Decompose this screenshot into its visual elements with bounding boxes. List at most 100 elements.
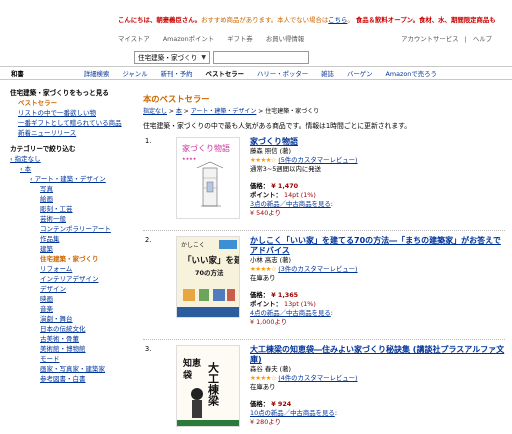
category-tree-item[interactable]: 美術館・博物館 — [40, 345, 86, 353]
catbar-home[interactable]: 和書 — [11, 69, 24, 78]
category-tree-row: インテリアデザイン — [10, 274, 138, 284]
rank-number: 3. — [145, 345, 152, 353]
category-tree-row: 映画 — [10, 294, 138, 304]
catbar-genre[interactable]: ジャンル — [122, 69, 147, 78]
category-tree-row: ‹ 指定なし — [10, 154, 138, 164]
category-tree-item[interactable]: ‹ 本 — [20, 165, 31, 173]
category-tree-item[interactable]: 画家・写真家・建築家 — [40, 365, 105, 373]
breadcrumb-item[interactable]: 本 — [176, 108, 182, 115]
promo-text[interactable]: 食品＆飲料オープン。食材、水、期間限定商品も — [356, 16, 496, 24]
search-category-select[interactable]: 住宅建築・家づくり ▼ — [134, 50, 210, 64]
nav-gift-cards[interactable]: ギフト券 — [227, 35, 253, 43]
account-links: アカウントサービス | ヘルプ — [397, 34, 492, 43]
category-tree-item[interactable]: 参考図書・白書 — [40, 375, 86, 383]
catbar-sell-on-amazon[interactable]: Amazonで売ろう — [386, 69, 437, 78]
catbar-bargain[interactable]: バーゲン — [347, 69, 373, 78]
account-service-link[interactable]: アカウントサービス — [401, 35, 459, 43]
category-tree-item: 住宅建築・家づくり — [40, 255, 99, 263]
cover-3-vertical-title: 大工棟梁 — [207, 361, 221, 407]
sidebar-item-most-gifted[interactable]: 一番ギフトとして贈られている商品 — [18, 119, 122, 127]
used-new-link[interactable]: 4点の新品／中古商品を見る — [250, 309, 331, 317]
category-tree-item[interactable]: デザイン — [40, 285, 66, 293]
catbar-advanced-search[interactable]: 詳細検索 — [84, 69, 110, 78]
greeting-tail: 。 — [347, 16, 354, 24]
category-tree-item[interactable]: インテリアデザイン — [40, 275, 99, 283]
sidebar: 住宅建築・家づくりをもっと見る ベストセラー リストの中で一番欲しい物 一番ギフ… — [10, 88, 138, 384]
category-tree-row: 建築 — [10, 244, 138, 254]
category-tree-item[interactable]: 映画 — [40, 295, 53, 303]
sidebar-item-bestsellers: ベストセラー — [18, 99, 58, 107]
category-tree-item[interactable]: 音楽 — [40, 305, 53, 313]
nav-deals[interactable]: お買い得情報 — [266, 35, 304, 43]
catbar-new-releases[interactable]: 新刊・予約 — [161, 69, 193, 78]
cover-3-art: 大工棟梁 知恵 袋 — [177, 346, 239, 426]
price-value: ¥ 1,365 — [271, 291, 299, 299]
breadcrumb-item[interactable]: アート・建築・デザイン — [191, 108, 257, 115]
category-tree-item[interactable]: 建築 — [40, 245, 53, 253]
main-content: 本のベストセラー 指定なし > 本 > アート・建築・デザイン > 住宅建築・家… — [143, 93, 505, 427]
category-tree-row: 画家・写真家・建築家 — [10, 364, 138, 374]
help-link[interactable]: ヘルプ — [473, 35, 492, 43]
catbar-bestsellers[interactable]: ベストセラー — [206, 69, 244, 78]
item-info: かしこく「いい家」を建てる70の方法―「まちの建築家」がお答えでアドバイス 小林… — [250, 236, 505, 327]
star-rating-icon: ★★★★☆ — [250, 265, 277, 273]
category-tree-row: 日本の伝統文化 — [10, 324, 138, 334]
category-tree-row: 参考図書・白書 — [10, 374, 138, 384]
sidebar-item-most-wished[interactable]: リストの中で一番欲しい物 — [18, 109, 96, 117]
category-tree-item[interactable]: 絵画 — [40, 195, 53, 203]
search-row: 住宅建築・家づくり ▼ — [134, 49, 309, 65]
price-label: 価格： — [250, 291, 270, 299]
category-tree-row: コンテンポラリーアート — [10, 224, 138, 234]
category-tree-item[interactable]: リフォーム — [40, 265, 72, 273]
stock-status: 在庫あり — [250, 274, 276, 282]
category-tree-item[interactable]: 日本の伝統文化 — [40, 325, 86, 333]
category-tree-item[interactable]: 彫刻・工芸 — [40, 205, 73, 213]
not-you-link[interactable]: こちら — [328, 16, 347, 24]
category-tree-item[interactable]: コンテンポラリーアート — [40, 225, 111, 233]
used-new-link[interactable]: 10点の新品／中古商品を見る — [250, 409, 335, 417]
category-tree-item[interactable]: ‹ アート・建築・デザイン — [30, 175, 106, 183]
cover-2-sub: 70の方法 — [195, 268, 224, 277]
cover-2-title: 「いい家」を建てる — [183, 255, 240, 266]
item-divider — [143, 339, 505, 340]
book-cover-image[interactable]: かしこく 「いい家」を建てる 70の方法 — [176, 236, 240, 318]
category-tree-item[interactable]: 芸術一般 — [40, 215, 66, 223]
reviews-link[interactable]: (4件のカスタマーレビュー) — [278, 374, 357, 382]
item-info: 大工棟梁の知恵袋―住みよい家づくり秘訣集 (講談社プラスアルファ文庫) 森谷 春… — [250, 345, 505, 426]
stock-status: 通常3~5週間以内に発送 — [250, 165, 322, 173]
cover-2-art: かしこく 「いい家」を建てる 70の方法 — [177, 237, 240, 317]
book-title-link[interactable]: 家づくり物語 — [250, 137, 505, 147]
category-tree-row: 演劇・舞台 — [10, 314, 138, 324]
book-title-link[interactable]: かしこく「いい家」を建てる70の方法―「まちの建築家」がお答えでアドバイス — [250, 236, 505, 256]
category-tree-item[interactable]: モード — [40, 355, 60, 363]
breadcrumb: 指定なし > 本 > アート・建築・デザイン > 住宅建築・家づくり — [143, 108, 320, 115]
category-tree-item[interactable]: 作品集 — [40, 235, 60, 243]
points-value: 14pt (1%) — [284, 191, 316, 199]
category-tree-item[interactable]: 写真 — [40, 185, 53, 193]
used-new-link[interactable]: 3点の新品／中古商品を見る — [250, 200, 331, 208]
book-cover-image[interactable]: 大工棟梁 知恵 袋 — [176, 345, 240, 427]
category-tree-item[interactable]: 古美術・骨董 — [40, 335, 79, 343]
reviews-link[interactable]: (3件のカスタマーレビュー) — [278, 265, 357, 273]
search-input[interactable] — [213, 50, 309, 64]
sidebar-item-new-releases[interactable]: 新着ニューリリース — [18, 129, 76, 137]
category-tree-row: 絵画 — [10, 194, 138, 204]
category-tree-row: 写真 — [10, 184, 138, 194]
category-filter-heading: カテゴリーで絞り込む — [10, 145, 76, 153]
nav-my-store[interactable]: マイストア — [118, 35, 150, 43]
used-price: ¥ 540より — [250, 209, 281, 217]
category-tree-row: デザイン — [10, 284, 138, 294]
catbar-magazines[interactable]: 雑誌 — [321, 69, 334, 78]
breadcrumb-item[interactable]: 指定なし — [143, 108, 167, 115]
chevron-down-icon: ▼ — [201, 53, 206, 61]
cover-3-small-title: 知恵 — [182, 357, 201, 369]
book-cover-image[interactable]: 家づくり物語 ★★★★ — [176, 137, 240, 219]
category-tree-item[interactable]: ‹ 指定なし — [10, 155, 41, 163]
book-title-link[interactable]: 大工棟梁の知恵袋―住みよい家づくり秘訣集 (講談社プラスアルファ文庫) — [250, 345, 505, 365]
category-tree-item[interactable]: 演劇・舞台 — [40, 315, 73, 323]
reviews-link[interactable]: (5件のカスタマーレビュー) — [278, 156, 357, 164]
catbar-harry-potter[interactable]: ハリー・ポッター — [257, 69, 308, 78]
category-tree: ‹ 指定なし ‹ 本 ‹ アート・建築・デザイン写真絵画彫刻・工芸芸術一般コンテンポ… — [10, 154, 138, 384]
category-tree-row: 古美術・骨董 — [10, 334, 138, 344]
nav-amazon-points[interactable]: Amazonポイント — [163, 35, 214, 43]
